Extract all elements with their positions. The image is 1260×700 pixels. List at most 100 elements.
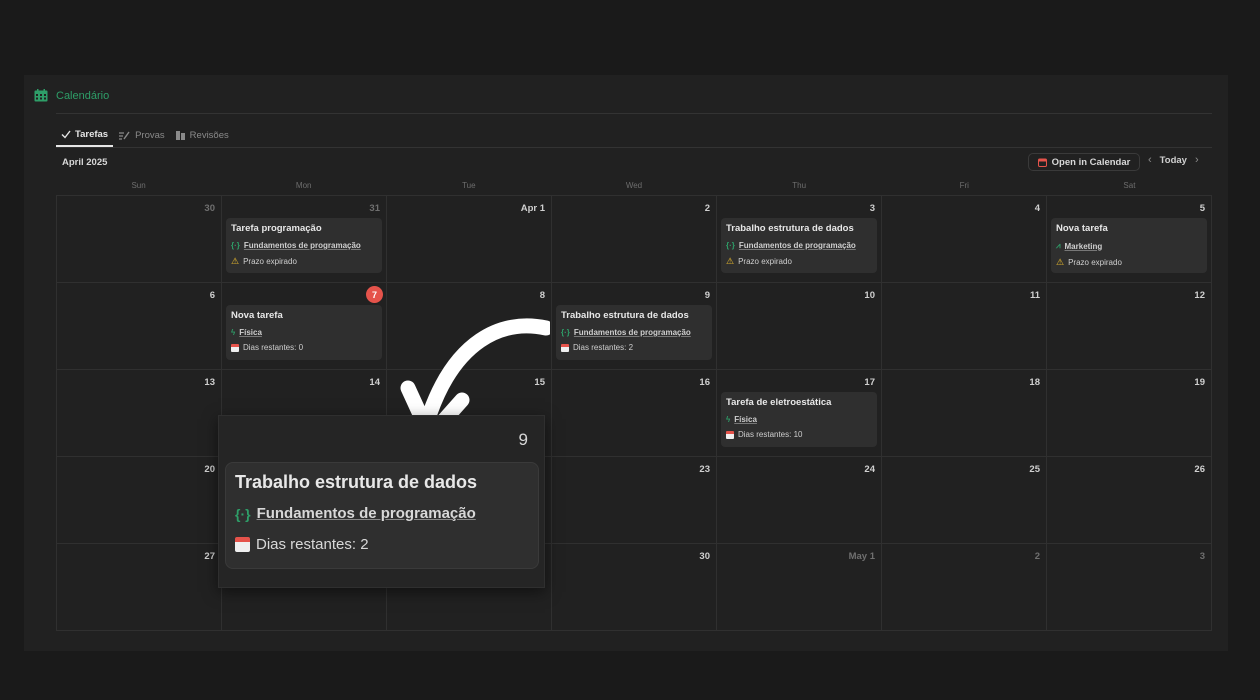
day-number: 20 [204, 464, 215, 475]
tab-label: Revisões [189, 129, 229, 141]
day-cell[interactable]: 16 [552, 370, 717, 457]
day-number: 8 [539, 290, 545, 301]
event-subject-label[interactable]: Marketing [1065, 242, 1103, 251]
event-card[interactable]: Nova tarefa ϟ Física Dias restantes: 0 [226, 305, 382, 360]
event-title: Nova tarefa [1056, 223, 1108, 234]
event-subject-label[interactable]: Fundamentos de programação [244, 241, 361, 250]
bolt-icon: ϟ [726, 415, 731, 424]
tab-revisoes[interactable]: Revisões [170, 123, 234, 147]
warning-icon: ⚠ [726, 256, 735, 266]
event-subject: ϟ Física [726, 415, 872, 424]
divider [56, 113, 1212, 114]
day-cell[interactable]: 3 Trabalho estrutura de dados {·} Fundament… [717, 196, 882, 283]
open-in-calendar-label: Open in Calendar [1051, 156, 1131, 168]
day-cell[interactable]: 24 [717, 457, 882, 544]
cards-icon [175, 130, 185, 140]
calendar-header[interactable]: Calendário [34, 89, 109, 102]
day-cell[interactable]: Apr 1 [387, 196, 552, 283]
day-cell[interactable]: 4 [882, 196, 1047, 283]
zoom-event-title: Trabalho estrutura de dados [235, 472, 478, 492]
tab-tarefas[interactable]: Tarefas [56, 123, 114, 147]
event-status-label: Dias restantes: 10 [738, 430, 803, 439]
chevron-left-icon[interactable]: ‹ [1148, 154, 1152, 166]
tab-provas[interactable]: Provas [113, 123, 170, 147]
event-status: ⚠ Prazo expirado [726, 256, 872, 267]
tab-label: Provas [135, 129, 165, 141]
day-cell[interactable]: 19 [1047, 370, 1212, 457]
day-number: 11 [1029, 290, 1040, 301]
day-cell[interactable]: 26 [1047, 457, 1212, 544]
day-cell[interactable]: 6 [57, 283, 222, 370]
day-number: 3 [1199, 551, 1205, 562]
event-card[interactable]: Tarefa de eletroestática ϟ Física Dias rest… [721, 392, 877, 447]
day-cell[interactable]: 12 [1047, 283, 1212, 370]
day-number: 19 [1194, 377, 1205, 388]
today-button[interactable]: Today [1160, 155, 1187, 166]
code-braces-icon: {·} [231, 241, 240, 250]
day-number: 10 [864, 290, 875, 301]
zoomed-day-preview: 9 Trabalho estrutura de dados {·} Fundam… [218, 415, 545, 588]
calendar-icon [561, 343, 569, 352]
day-cell[interactable]: 9 Trabalho estrutura de dados {·} Fundament… [552, 283, 717, 370]
code-braces-icon: {·} [561, 328, 570, 337]
chart-icon: ⩘ [1056, 241, 1061, 250]
day-number: 31 [369, 203, 380, 214]
day-cell[interactable]: 2 [882, 544, 1047, 631]
weekday-label: Sat [1123, 181, 1136, 190]
event-status: ⚠ Prazo expirado [1056, 257, 1202, 268]
open-in-calendar-button[interactable]: Open in Calendar [1028, 153, 1140, 171]
warning-icon: ⚠ [231, 256, 240, 266]
day-number: May 1 [848, 551, 875, 562]
day-cell[interactable]: 13 [57, 370, 222, 457]
event-card[interactable]: Nova tarefa ⩘ Marketing ⚠ Prazo expirado [1051, 218, 1207, 273]
day-cell[interactable]: 17 Tarefa de eletroestática ϟ Física Dias re… [717, 370, 882, 457]
event-status: Dias restantes: 10 [726, 430, 872, 439]
zoom-subject-label[interactable]: Fundamentos de programação [257, 505, 476, 522]
event-title: Tarefa programação [231, 223, 322, 234]
day-number: 2 [1034, 551, 1040, 562]
day-cell[interactable]: 11 [882, 283, 1047, 370]
chevron-right-icon[interactable]: › [1195, 154, 1199, 166]
day-cell[interactable]: 5 Nova tarefa ⩘ Marketing ⚠ Prazo expirado [1047, 196, 1212, 283]
day-cell[interactable]: May 1 [717, 544, 882, 631]
day-cell[interactable]: 20 [57, 457, 222, 544]
day-cell[interactable]: 2 [552, 196, 717, 283]
day-cell[interactable]: 30 [552, 544, 717, 631]
zoom-event-card[interactable]: Trabalho estrutura de dados {·} Fundamen… [225, 462, 539, 569]
event-subject: {·} Fundamentos de programação [726, 241, 872, 250]
event-card[interactable]: Trabalho estrutura de dados {·} Fundamento… [556, 305, 712, 360]
day-cell[interactable]: 30 [57, 196, 222, 283]
event-subject: {·} Fundamentos de programação [561, 328, 707, 337]
calendar-icon [235, 537, 250, 552]
day-cell[interactable]: 25 [882, 457, 1047, 544]
day-number: Apr 1 [520, 203, 545, 214]
day-cell[interactable]: 31 Tarefa programação {·} Fundamentos de pr… [222, 196, 387, 283]
event-subject-label[interactable]: Física [734, 415, 757, 424]
day-cell[interactable]: 18 [882, 370, 1047, 457]
today-day-number: 7 [366, 286, 383, 303]
day-cell[interactable]: 27 [57, 544, 222, 631]
event-title: Tarefa de eletroestática [726, 397, 832, 408]
calendar-icon [726, 430, 734, 439]
event-subject-label[interactable]: Fundamentos de programação [574, 328, 691, 337]
day-number: 23 [699, 464, 710, 475]
event-status-label: Dias restantes: 0 [243, 343, 304, 352]
day-number: 12 [1194, 290, 1205, 301]
event-subject-label[interactable]: Fundamentos de programação [739, 241, 856, 250]
day-number: 27 [204, 551, 215, 562]
weekday-label: Mon [295, 181, 312, 190]
event-status-label: Prazo expirado [1068, 258, 1122, 267]
day-cell[interactable]: 23 [552, 457, 717, 544]
event-card[interactable]: Trabalho estrutura de dados {·} Fundamento… [721, 218, 877, 273]
zoom-day-number: 9 [518, 430, 528, 449]
event-subject-label[interactable]: Física [239, 328, 262, 337]
code-braces-icon: {·} [235, 505, 251, 522]
day-cell[interactable]: 10 [717, 283, 882, 370]
calendar-icon [231, 343, 239, 352]
day-cell[interactable]: 3 [1047, 544, 1212, 631]
day-cell[interactable]: 7 Nova tarefa ϟ Física Dias restantes: 0 [222, 283, 387, 370]
day-number: 14 [369, 377, 380, 388]
event-subject: ⩘ Marketing [1056, 241, 1202, 251]
day-number: 16 [699, 377, 710, 388]
event-card[interactable]: Tarefa programação {·} Fundamentos de prog… [226, 218, 382, 273]
